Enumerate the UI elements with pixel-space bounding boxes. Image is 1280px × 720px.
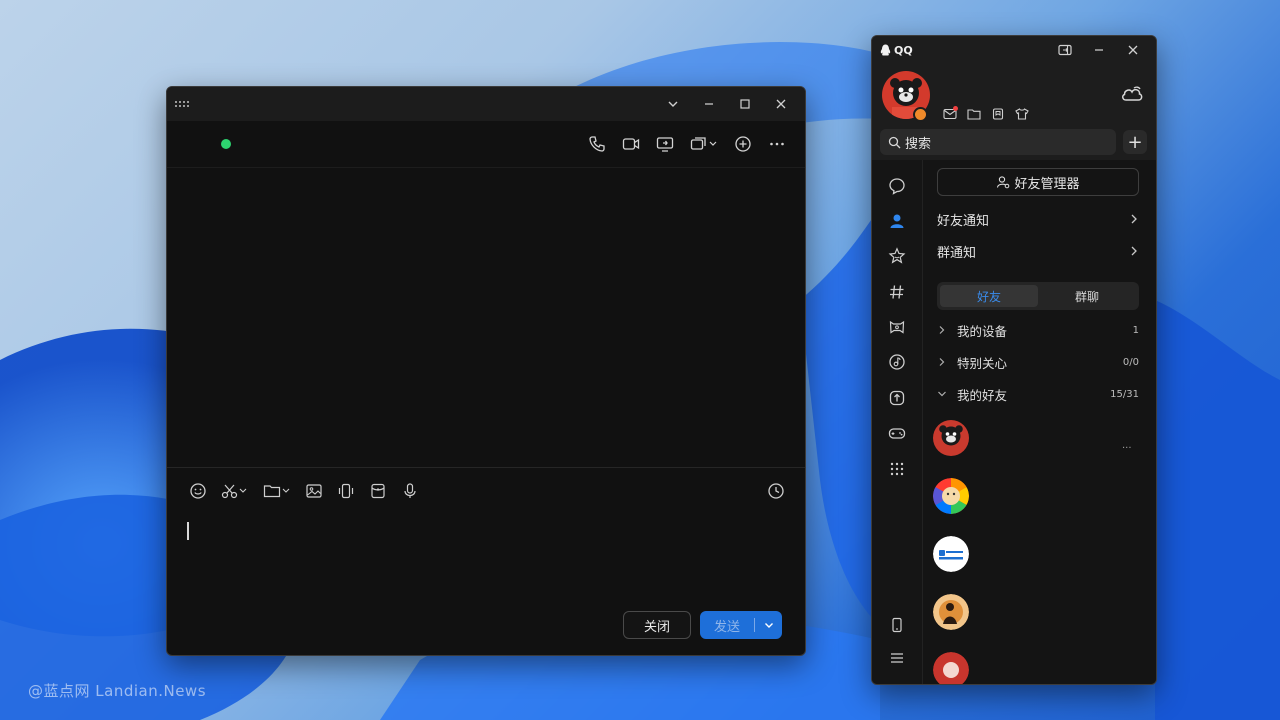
friend-notice-label: 好友通知 <box>937 213 990 229</box>
menu-icon[interactable] <box>887 648 907 668</box>
add-circle-icon[interactable] <box>733 134 753 154</box>
text-caret <box>187 522 189 540</box>
folder-icon[interactable] <box>966 106 982 122</box>
minimize-button[interactable] <box>1082 39 1116 61</box>
video-icon[interactable] <box>621 134 641 154</box>
friend-more-text: ... <box>1122 440 1132 451</box>
tab-friends[interactable]: 好友 <box>940 285 1038 307</box>
more-icon[interactable] <box>767 134 787 154</box>
friend-notice-row[interactable]: 好友通知 <box>937 209 1139 229</box>
friend-avatar[interactable] <box>933 536 969 572</box>
group-special-care[interactable]: 特别关心 0/0 <box>937 352 1139 372</box>
chat-window: 关闭 发送 <box>166 86 806 656</box>
phone-icon[interactable] <box>587 134 607 154</box>
outfit-icon[interactable] <box>1014 106 1030 122</box>
close-button[interactable]: 关闭 <box>623 611 691 639</box>
watermark: @蓝点网 Landian.News <box>28 682 207 700</box>
group-count: 0/0 <box>1122 356 1139 368</box>
friend-manager-button[interactable]: 好友管理器 <box>937 168 1139 196</box>
tab-groups[interactable]: 群聊 <box>1038 285 1136 307</box>
mail-icon[interactable] <box>942 106 958 122</box>
game-center-icon[interactable] <box>887 317 907 337</box>
apps-grid-icon[interactable] <box>887 459 907 479</box>
weather-cloud-icon[interactable] <box>1120 84 1144 108</box>
shake-icon[interactable] <box>337 481 355 501</box>
friend-avatar[interactable] <box>933 420 969 456</box>
emoji-icon[interactable] <box>189 481 207 501</box>
qq-profile-header: QQ 搜索 + <box>872 36 1156 160</box>
qq-titlebar[interactable]: QQ <box>872 36 1156 62</box>
input-area[interactable]: 关闭 发送 <box>167 467 805 655</box>
red-packet-icon[interactable] <box>369 481 387 501</box>
close-window-button[interactable] <box>763 89 799 119</box>
group-count: 15/31 <box>1110 388 1139 400</box>
chevron-right-icon <box>937 325 951 335</box>
chevron-down-icon[interactable] <box>655 89 691 119</box>
group-my-friends[interactable]: 我的好友 15/31 <box>937 384 1139 404</box>
qq-main-panel: QQ 搜索 + 好友管理器 好友通知 群通知 好友 群聊 我的设备 1 特别关心… <box>871 35 1157 685</box>
chat-titlebar[interactable] <box>167 87 805 121</box>
group-name: 我的设备 <box>957 323 1008 339</box>
grip-icon[interactable] <box>175 101 189 107</box>
friend-avatar[interactable] <box>933 652 969 684</box>
minimize-button[interactable] <box>691 89 727 119</box>
app-name: QQ <box>894 43 913 57</box>
pin-window-icon[interactable] <box>1048 39 1082 61</box>
group-name: 特别关心 <box>957 355 1008 371</box>
remote-assist-icon[interactable] <box>689 134 719 154</box>
group-notice-label: 群通知 <box>937 245 977 261</box>
chevron-down-icon[interactable] <box>755 619 782 631</box>
qq-penguin-icon <box>880 44 891 56</box>
qq-sidebar <box>872 160 922 684</box>
upload-icon[interactable] <box>887 388 907 408</box>
message-icon[interactable] <box>887 176 907 196</box>
bookmark-icon[interactable] <box>990 106 1006 122</box>
contacts-icon[interactable] <box>887 211 907 231</box>
gamepad-icon[interactable] <box>887 423 907 443</box>
contacts-tabs: 好友 群聊 <box>937 282 1139 310</box>
friend-avatar[interactable] <box>933 594 969 630</box>
maximize-button[interactable] <box>727 89 763 119</box>
friend-avatar[interactable] <box>933 478 969 514</box>
qq-logo: QQ <box>880 44 913 57</box>
close-window-button[interactable] <box>1116 39 1150 61</box>
star-space-icon[interactable] <box>887 246 907 266</box>
notification-dot <box>953 106 958 111</box>
online-status-dot <box>221 139 231 149</box>
search-icon <box>888 136 901 148</box>
message-area[interactable] <box>167 168 805 468</box>
mic-icon[interactable] <box>401 481 419 501</box>
chevron-down-icon <box>937 389 951 399</box>
group-count: 1 <box>1132 324 1139 336</box>
group-name: 我的好友 <box>957 387 1008 403</box>
folder-icon[interactable] <box>263 481 291 501</box>
send-button-label: 发送 <box>713 619 740 635</box>
phone-device-icon[interactable] <box>887 615 907 635</box>
chat-header <box>167 121 805 168</box>
contacts-panel: 好友管理器 好友通知 群通知 好友 群聊 我的设备 1 特别关心 0/0 我的好… <box>922 160 1156 684</box>
status-badge <box>913 107 928 122</box>
chevron-right-icon <box>937 357 951 367</box>
screen-share-icon[interactable] <box>655 134 675 154</box>
profile-shortcuts <box>942 106 1030 122</box>
group-my-devices[interactable]: 我的设备 1 <box>937 320 1139 340</box>
friend-manager-label: 好友管理器 <box>1014 176 1080 192</box>
group-notice-row[interactable]: 群通知 <box>937 241 1139 261</box>
history-icon[interactable] <box>767 481 785 501</box>
chevron-right-icon <box>1131 246 1137 256</box>
search-input[interactable]: 搜索 <box>880 129 1116 155</box>
person-settings-icon <box>997 176 1010 189</box>
search-placeholder: 搜索 <box>905 136 932 152</box>
input-toolbar <box>167 468 805 514</box>
add-button[interactable]: + <box>1123 130 1147 154</box>
music-icon[interactable] <box>887 352 907 372</box>
image-icon[interactable] <box>305 481 323 501</box>
chevron-right-icon <box>1131 214 1137 224</box>
channel-icon[interactable] <box>887 282 907 302</box>
send-button[interactable]: 发送 <box>700 611 782 639</box>
scissors-icon[interactable] <box>221 481 249 501</box>
